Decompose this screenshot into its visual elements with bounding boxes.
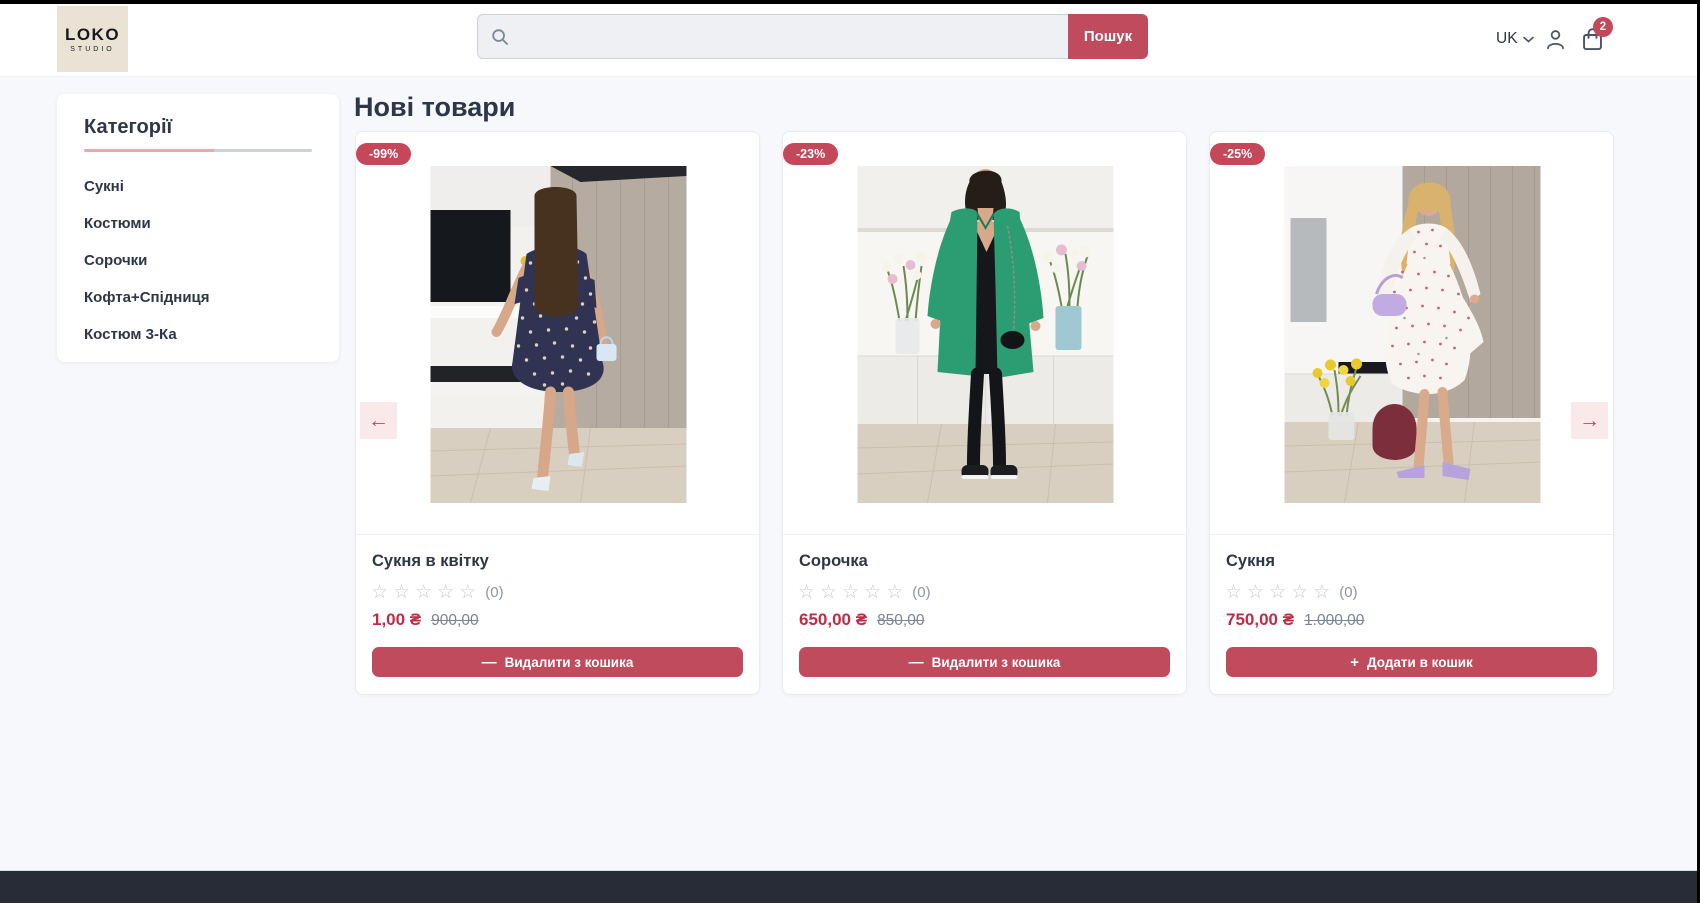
- star-icon: ☆: [864, 583, 881, 602]
- star-icon: ☆: [459, 583, 476, 602]
- minus-icon: —: [909, 655, 924, 670]
- plus-icon: +: [1350, 655, 1359, 670]
- star-icon: ☆: [1225, 583, 1242, 602]
- account-icon[interactable]: [1543, 27, 1568, 52]
- carousel-prev-button[interactable]: ←: [360, 402, 397, 439]
- product-name[interactable]: Сукня в квітку: [372, 552, 489, 571]
- brand-name: LOKO: [65, 25, 120, 45]
- language-selector[interactable]: UK: [1496, 30, 1534, 48]
- product-card: -25%: [1209, 131, 1614, 695]
- remove-from-cart-button[interactable]: — Видалити з кошика: [799, 647, 1170, 677]
- brand-subtitle: STUDIO: [70, 46, 114, 53]
- product-image[interactable]: [1284, 166, 1541, 503]
- star-icon: ☆: [1269, 583, 1286, 602]
- page: LOKO STUDIO Пошук UK: [0, 4, 1697, 903]
- product-card: -99%: [355, 131, 760, 695]
- price-row: 1,00 ₴ 900,00: [372, 610, 479, 630]
- discount-badge: -99%: [356, 143, 411, 165]
- star-icon: ☆: [393, 583, 410, 602]
- categories-panel: Категорії Сукні Костюми Сорочки Кофта+Сп…: [57, 94, 339, 362]
- search-button[interactable]: Пошук: [1068, 14, 1148, 59]
- remove-from-cart-button[interactable]: — Видалити з кошика: [372, 647, 743, 677]
- star-icon: ☆: [1247, 583, 1264, 602]
- search-bar: Пошук: [477, 14, 1148, 59]
- button-label: Видалити з кошика: [932, 655, 1061, 670]
- star-icon: ☆: [842, 583, 859, 602]
- current-price: 750,00 ₴: [1226, 610, 1294, 630]
- star-icon: ☆: [437, 583, 454, 602]
- rating: ☆ ☆ ☆ ☆ ☆ (0): [798, 581, 931, 603]
- price-row: 750,00 ₴ 1.000,00: [1226, 610, 1364, 630]
- footer: [0, 870, 1697, 903]
- search-icon: [490, 27, 510, 47]
- sidebar-item-kostyumy[interactable]: Костюми: [84, 215, 151, 232]
- product-name[interactable]: Сорочка: [799, 552, 868, 571]
- cart-count-badge: 2: [1593, 17, 1613, 37]
- current-price: 650,00 ₴: [799, 610, 867, 630]
- categories-title: Категорії: [84, 116, 172, 139]
- button-label: Додати в кошик: [1367, 655, 1473, 670]
- categories-divider: [84, 149, 312, 152]
- rating-count: (0): [485, 584, 503, 601]
- rating-count: (0): [1339, 584, 1357, 601]
- star-icon: ☆: [820, 583, 837, 602]
- chevron-down-icon: [1523, 36, 1534, 43]
- header: LOKO STUDIO Пошук UK: [0, 4, 1697, 77]
- sidebar-item-kostyum-3ka[interactable]: Костюм 3-Ка: [84, 326, 177, 343]
- language-code: UK: [1496, 30, 1518, 48]
- star-icon: ☆: [371, 583, 388, 602]
- price-row: 650,00 ₴ 850,00: [799, 610, 924, 630]
- rating: ☆ ☆ ☆ ☆ ☆ (0): [1225, 581, 1358, 603]
- star-icon: ☆: [886, 583, 903, 602]
- product-name[interactable]: Сукня: [1226, 552, 1275, 571]
- rating-count: (0): [912, 584, 930, 601]
- minus-icon: —: [482, 655, 497, 670]
- current-price: 1,00 ₴: [372, 610, 421, 630]
- discount-badge: -25%: [1210, 143, 1265, 165]
- add-to-cart-button[interactable]: + Додати в кошик: [1226, 647, 1597, 677]
- old-price: 850,00: [877, 612, 924, 630]
- sidebar-item-kofta-spidnytsya[interactable]: Кофта+Спідниця: [84, 289, 210, 306]
- sidebar-item-sukni[interactable]: Сукні: [84, 178, 124, 195]
- card-divider: [356, 534, 759, 535]
- brand-logo[interactable]: LOKO STUDIO: [57, 6, 128, 72]
- button-label: Видалити з кошика: [505, 655, 634, 670]
- product-image[interactable]: [857, 166, 1114, 503]
- card-divider: [783, 534, 1186, 535]
- star-icon: ☆: [1313, 583, 1330, 602]
- star-icon: ☆: [1291, 583, 1308, 602]
- rating: ☆ ☆ ☆ ☆ ☆ (0): [371, 581, 504, 603]
- star-icon: ☆: [798, 583, 815, 602]
- product-image[interactable]: [430, 166, 687, 503]
- old-price: 1.000,00: [1304, 612, 1364, 630]
- search-input[interactable]: [518, 28, 1056, 45]
- search-box: [477, 14, 1068, 59]
- carousel-next-button[interactable]: →: [1571, 402, 1608, 439]
- arrow-left-icon: ←: [368, 409, 389, 433]
- star-icon: ☆: [415, 583, 432, 602]
- card-divider: [1210, 534, 1613, 535]
- page-title: Нові товари: [354, 92, 515, 123]
- old-price: 900,00: [431, 612, 478, 630]
- arrow-right-icon: →: [1579, 409, 1600, 433]
- sidebar-item-sorochky[interactable]: Сорочки: [84, 252, 147, 269]
- product-card: -23%: [782, 131, 1187, 695]
- discount-badge: -23%: [783, 143, 838, 165]
